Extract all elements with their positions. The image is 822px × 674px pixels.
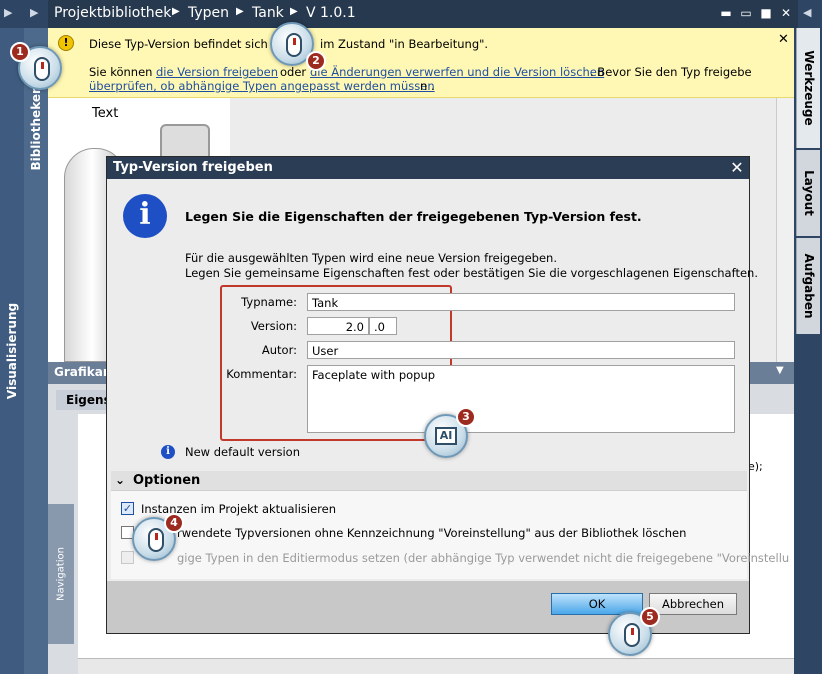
release-version-dialog: Typ-Version freigeben ✕ i Legen Sie die … [106,156,789,634]
dialog-heading: Legen Sie die Eigenschaften der freigege… [185,209,642,224]
navigation-label: Navigation [55,547,67,601]
dialog-title-bar: Typ-Version freigeben ✕ [107,157,749,179]
expand-libraries-icon[interactable]: ▶ [30,6,38,19]
link-discard-changes[interactable]: die Änderungen verwerfen und die Version… [310,65,604,79]
minimize-icon[interactable]: ▬ [718,5,734,21]
option-delete-versions-label: rwendete Typversionen ohne Kennzeichnung… [177,526,687,540]
option-edit-mode-label: gige Typen in den Editiermodus setzen (d… [177,551,790,565]
dialog-close-icon[interactable]: ✕ [727,158,747,178]
vtab-visualisierung-label: Visualisierung [5,302,19,400]
editor-scrollbar[interactable] [776,98,794,364]
callout-badge-3: 3 [456,407,476,427]
breadcrumb-separator-icon: ▶ [236,6,244,17]
autor-label: Autor: [261,343,297,357]
info-line1: Diese Typ-Version befindet sich mo [89,37,290,51]
typname-field[interactable]: Tank [307,293,735,311]
expand-left-icon[interactable]: ▶ [4,6,12,19]
version-label: Version: [250,319,297,333]
mouse-icon [624,623,640,647]
dialog-desc-2: Legen Sie gemeinsame Eigenschaften fest … [185,266,758,280]
canvas-text-label: Text [92,106,119,121]
info-line3-post: n . [420,79,435,93]
version-minor-field[interactable]: .0 [369,317,397,335]
close-editor-icon[interactable]: ✕ [778,5,794,21]
link-release-version[interactable]: die Version freigeben [156,65,278,79]
right-rail-empty [796,336,820,674]
breadcrumb-separator-icon: ▶ [290,6,298,17]
breadcrumb-item-types[interactable]: Typen [188,5,229,21]
restore-icon[interactable]: ▭ [738,5,754,21]
rtab-werkzeuge-label: Werkzeuge [801,50,816,126]
mouse-icon [34,57,50,81]
mouse-icon [148,528,164,552]
info-line2-post: . Bevor Sie den Typ freigebe [590,65,752,79]
chevron-down-icon[interactable]: ⌄ [115,473,125,487]
code-tail: e); [748,460,763,473]
breadcrumb-item-tank[interactable]: Tank [252,5,284,21]
options-area: ✓ Instanzen im Projekt aktualisieren rwe… [111,491,789,579]
checkbox-update-instances[interactable]: ✓ [121,502,134,515]
checkbox-edit-mode[interactable] [121,551,134,564]
text-input-icon: AI [435,427,457,445]
graphics-panel-title: Grafikan [54,365,112,379]
breadcrumb-separator-icon: ▶ [172,6,180,17]
cancel-button[interactable]: Abbrechen [649,593,737,615]
maximize-icon[interactable]: ■ [758,5,774,21]
vtab-bibliotheken-label: Bibliotheken [29,85,43,171]
options-title: Optionen [133,473,201,488]
vtab-bibliotheken[interactable]: Bibliotheken [24,28,48,674]
breadcrumb: Projektbibliothek ▶ Typen ▶ Tank ▶ V 1.0… [48,0,798,28]
mouse-icon [286,33,302,57]
panel-collapse-icon[interactable]: ▼ [776,365,784,376]
kommentar-label: Kommentar: [226,367,297,381]
info-line2-mid: oder [280,65,307,79]
callout-badge-1: 1 [10,42,30,62]
typname-label: Typname: [241,295,297,309]
vtab-visualisierung[interactable]: Visualisierung [0,28,24,674]
info-line1-end: im Zustand "in Bearbeitung". [320,37,489,51]
link-check-dependent[interactable]: überprüfen, ob abhängige Typen angepasst… [89,79,435,93]
navigation-strip: Navigation [48,504,74,644]
rtab-layout[interactable]: Layout [796,150,820,236]
info-small-icon: i [161,445,175,459]
rtab-werkzeuge[interactable]: Werkzeuge [796,28,820,148]
callout-badge-2: 2 [306,51,326,71]
autor-field[interactable]: User [307,341,735,359]
expand-right-icon[interactable]: ◀ [803,6,811,19]
callout-badge-5: 5 [640,607,660,627]
breadcrumb-item-library[interactable]: Projektbibliothek [54,5,171,21]
dialog-title: Typ-Version freigeben [113,160,273,175]
horizontal-scrollbar[interactable] [78,658,794,674]
warning-icon: ! [58,35,74,51]
info-note: New default version [185,445,300,459]
callout-badge-4: 4 [164,513,184,533]
breadcrumb-item-version[interactable]: V 1.0.1 [306,5,356,21]
version-major-field[interactable]: 2.0 [307,317,369,335]
info-bar: ! Diese Typ-Version befindet sich mo im … [48,28,794,98]
tia-portal-window: Visualisierung Bibliotheken ▶ ▶ Projektb… [0,0,822,674]
properties-tab[interactable]: Eigens [56,390,112,410]
rtab-layout-label: Layout [801,170,816,216]
close-info-icon[interactable]: ✕ [778,32,789,47]
dialog-desc-1: Für die ausgewählten Typen wird eine neu… [185,251,557,265]
info-line2-pre: Sie können [89,65,153,79]
kommentar-field[interactable]: Faceplate with popup [307,365,735,433]
rtab-aufgaben-label: Aufgaben [801,253,816,319]
info-large-icon: i [123,194,167,238]
rtab-aufgaben[interactable]: Aufgaben [796,238,820,334]
options-header[interactable]: ⌄ Optionen [111,471,747,491]
